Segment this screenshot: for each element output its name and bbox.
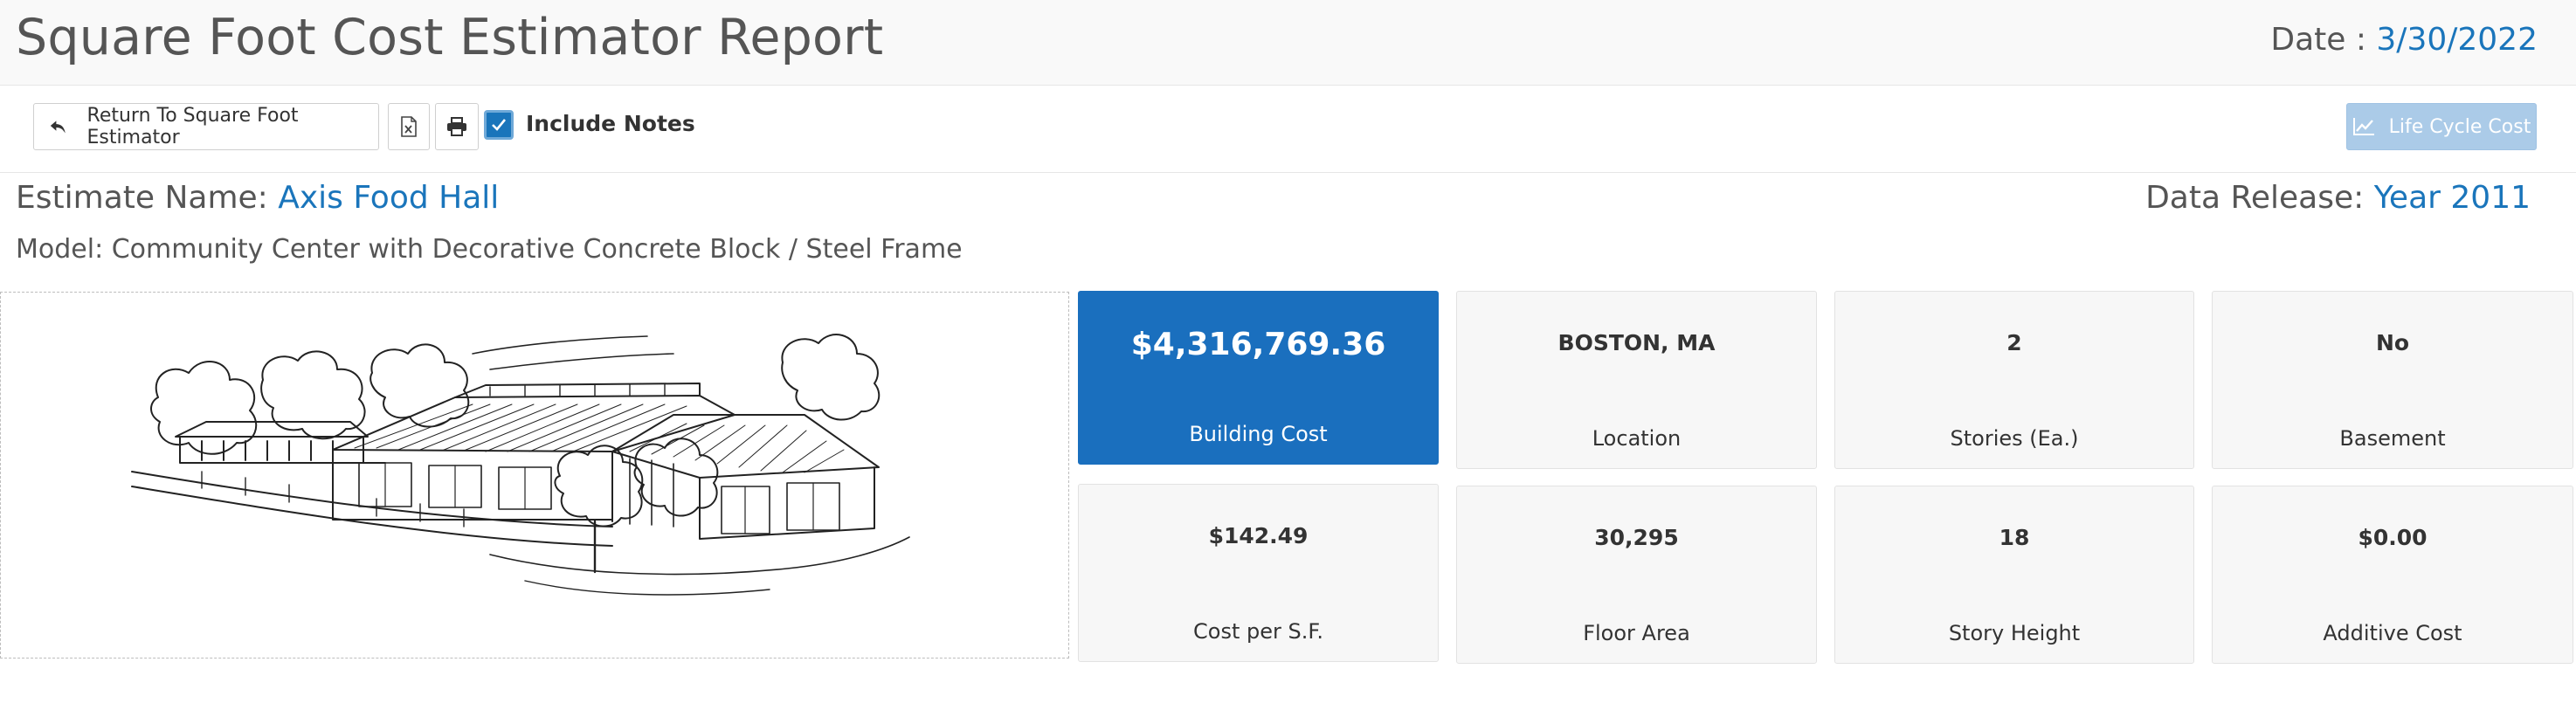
checkmark-icon — [492, 119, 507, 131]
floor-area-value: 30,295 — [1594, 525, 1679, 550]
estimate-name: Estimate Name: Axis Food Hall — [16, 180, 499, 216]
location-value: BOSTON, MA — [1557, 330, 1716, 355]
story-height-label: Story Height — [1948, 621, 2081, 645]
building-cost-label: Building Cost — [1189, 422, 1328, 446]
page-title: Square Foot Cost Estimator Report — [16, 9, 884, 66]
building-image-panel — [0, 292, 1069, 658]
story-height-tile: 18 Story Height — [1834, 486, 2194, 664]
data-release: Data Release: Year 2011 — [2145, 180, 2531, 216]
building-cost-tile: $4,316,769.36 Building Cost — [1078, 291, 1439, 465]
life-cycle-cost-button[interactable]: Life Cycle Cost — [2346, 103, 2537, 150]
life-cycle-cost-label: Life Cycle Cost — [2388, 115, 2531, 138]
location-label: Location — [1592, 426, 1682, 451]
cost-per-sf-value: $142.49 — [1208, 523, 1309, 548]
additive-cost-label: Additive Cost — [2323, 621, 2462, 645]
building-sketch-image — [131, 334, 910, 596]
story-height-value: 18 — [1999, 525, 2030, 550]
building-cost-value: $4,316,769.36 — [1130, 327, 1386, 362]
floor-area-tile: 30,295 Floor Area — [1456, 486, 1817, 664]
basement-value: No — [2375, 330, 2410, 355]
print-button[interactable] — [435, 103, 479, 150]
printer-icon — [447, 117, 466, 136]
return-to-estimator-button[interactable]: Return To Square Foot Estimator — [33, 103, 379, 150]
include-notes-checkbox[interactable] — [484, 110, 514, 140]
basement-tile: No Basement — [2212, 291, 2573, 469]
additive-cost-value: $0.00 — [2358, 525, 2428, 550]
additive-cost-tile: $0.00 Additive Cost — [2212, 486, 2573, 664]
estimate-name-value: Axis Food Hall — [278, 180, 500, 216]
estimate-name-label: Estimate Name: — [16, 180, 279, 216]
location-tile: BOSTON, MA Location — [1456, 291, 1817, 469]
cost-per-sf-tile: $142.49 Cost per S.F. — [1078, 484, 1439, 662]
date-label: Date : — [2270, 22, 2377, 58]
include-notes-label[interactable]: Include Notes — [526, 111, 695, 136]
stories-value: 2 — [2006, 330, 2022, 355]
reply-arrow-icon — [50, 121, 66, 134]
stories-label: Stories (Ea.) — [1950, 426, 2079, 451]
model-description: Model: Community Center with Decorative … — [16, 234, 963, 265]
data-release-label: Data Release: — [2145, 180, 2374, 216]
report-header: Square Foot Cost Estimator Report Date :… — [0, 0, 2576, 86]
excel-file-icon — [401, 116, 417, 137]
return-button-label: Return To Square Foot Estimator — [86, 105, 299, 148]
toolbar: Return To Square Foot Estimator Include … — [0, 86, 2576, 173]
report-date: Date : 3/30/2022 — [2270, 22, 2538, 58]
line-chart-icon — [2352, 118, 2374, 135]
date-value: 3/30/2022 — [2376, 22, 2538, 58]
floor-area-label: Floor Area — [1583, 621, 1690, 645]
basement-label: Basement — [2339, 426, 2446, 451]
stories-tile: 2 Stories (Ea.) — [1834, 291, 2194, 469]
export-excel-button[interactable] — [388, 103, 430, 150]
cost-per-sf-label: Cost per S.F. — [1193, 619, 1323, 644]
data-release-value: Year 2011 — [2373, 180, 2531, 216]
